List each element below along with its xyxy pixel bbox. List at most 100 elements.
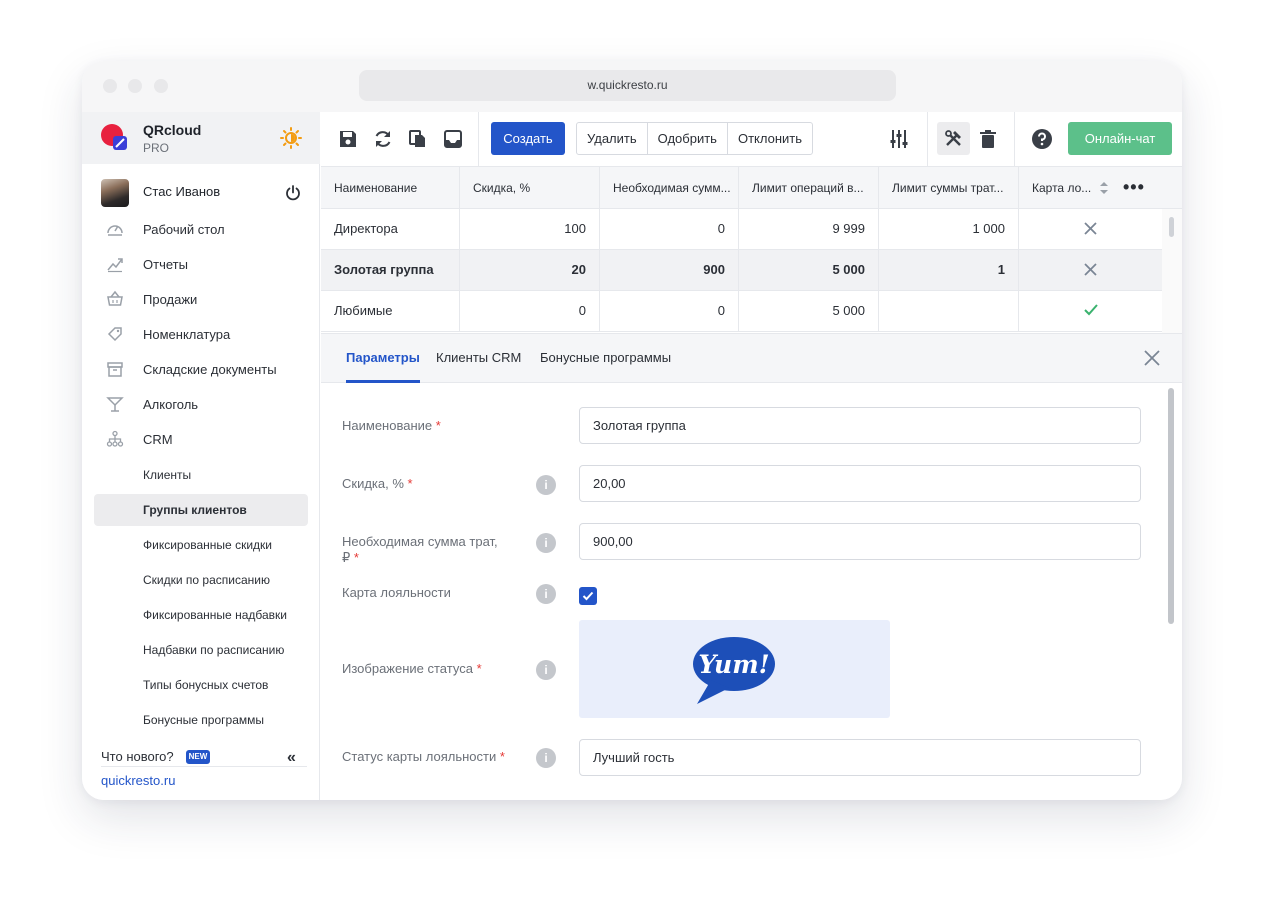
whats-new-link[interactable]: Что нового? <box>101 749 174 764</box>
column-header-label: Карта ло... <box>1032 181 1092 195</box>
discount-field[interactable]: 20,00 <box>579 465 1141 502</box>
theme-toggle-sun-icon[interactable] <box>280 127 302 149</box>
sidebar-subitem-bonus-programs[interactable]: Бонусные программы <box>94 704 308 736</box>
trash-icon[interactable] <box>977 128 999 150</box>
user-profile[interactable]: Стас Иванов <box>82 175 320 207</box>
table-cell: 0 <box>600 209 739 249</box>
sidebar-item-sales[interactable]: Продажи <box>82 282 320 316</box>
discount-label: Скидка, % * <box>342 476 413 492</box>
table-cell: 0 <box>600 291 739 331</box>
panel-scrollbar-thumb[interactable] <box>1168 388 1174 624</box>
table-cell: 5 000 <box>739 250 879 290</box>
table-scrollbar[interactable] <box>1162 209 1182 333</box>
required-sum-field[interactable]: 900,00 <box>579 523 1141 560</box>
sidebar-subitem-scheduled-discounts[interactable]: Скидки по расписанию <box>94 564 308 596</box>
info-icon[interactable]: i <box>536 533 556 553</box>
user-name: Стас Иванов <box>143 184 221 199</box>
table-cell: 1 000 <box>879 209 1019 249</box>
more-options-icon[interactable]: ••• <box>1123 177 1145 198</box>
sidebar-subitem-fixed-surcharges[interactable]: Фиксированные надбавки <box>94 599 308 631</box>
required-mark: * <box>407 476 413 491</box>
sidebar-item-label: Рабочий стол <box>143 222 225 237</box>
table-scrollbar-thumb[interactable] <box>1169 217 1174 237</box>
name-field[interactable]: Золотая группа <box>579 407 1141 444</box>
column-header[interactable]: Наименование <box>321 167 460 209</box>
delete-button[interactable]: Удалить <box>577 123 648 154</box>
client-groups-table: Наименование Скидка, % Необходимая сумм.… <box>321 167 1182 333</box>
reject-button[interactable]: Отклонить <box>728 123 812 154</box>
tab-crm-clients[interactable]: Клиенты CRM <box>436 350 521 365</box>
close-icon[interactable] <box>1142 348 1162 368</box>
brand-name: QRcloud <box>143 122 202 138</box>
tab-parameters[interactable]: Параметры <box>346 350 420 365</box>
sidebar-divider <box>101 766 307 767</box>
window-maximize-dot[interactable] <box>154 79 168 93</box>
site-link[interactable]: quickresto.ru <box>101 773 175 788</box>
sidebar-item-label: CRM <box>143 432 173 447</box>
table-cell: Золотая группа <box>321 250 460 290</box>
refresh-icon[interactable] <box>372 128 394 150</box>
panel-scrollbar[interactable] <box>1166 388 1175 788</box>
table-cell: 5 000 <box>739 291 879 331</box>
sidebar-item-label: Отчеты <box>143 257 188 272</box>
status-image-label: Изображение статуса * <box>342 661 482 677</box>
table-row[interactable]: Директора 100 0 9 999 1 000 <box>321 209 1162 250</box>
info-icon[interactable]: i <box>536 475 556 495</box>
app-window: w.quickresto.ru QRcloud PRO Стас Иванов … <box>82 61 1182 800</box>
table-cell: 0 <box>460 291 600 331</box>
tab-bonus-programs[interactable]: Бонусные программы <box>540 350 671 365</box>
column-settings-sliders-icon[interactable] <box>888 128 910 150</box>
column-header[interactable]: Лимит суммы трат... <box>879 167 1019 209</box>
copy-icon[interactable] <box>407 128 429 150</box>
table-cell: 900 <box>600 250 739 290</box>
logout-power-icon[interactable] <box>284 184 302 202</box>
collapse-sidebar-icon[interactable]: « <box>287 749 296 767</box>
whats-new-row: Что нового? NEW « <box>82 740 320 772</box>
sidebar-item-warehouse-docs[interactable]: Складские документы <box>82 352 320 386</box>
column-header[interactable]: Скидка, % <box>460 167 600 209</box>
sidebar-item-crm[interactable]: CRM <box>82 422 320 456</box>
loyalty-card-checkbox[interactable] <box>579 587 597 605</box>
toolbar: Создать Удалить Одобрить Отклонить Онлай… <box>321 112 1182 167</box>
table-cell <box>1019 209 1162 249</box>
create-button[interactable]: Создать <box>491 122 565 155</box>
online-chat-button[interactable]: Онлайн-чат <box>1068 122 1172 155</box>
sort-icon[interactable] <box>1099 181 1109 195</box>
sidebar-subitem-label: Типы бонусных счетов <box>143 678 269 692</box>
required-mark: * <box>476 661 482 676</box>
sidebar-subitem-bonus-account-types[interactable]: Типы бонусных счетов <box>94 669 308 701</box>
table-row[interactable]: Любимые 0 0 5 000 <box>321 291 1162 332</box>
cross-icon <box>1084 222 1097 235</box>
approve-button[interactable]: Одобрить <box>648 123 728 154</box>
sidebar-item-reports[interactable]: Отчеты <box>82 247 320 281</box>
sidebar-item-nomenclature[interactable]: Номенклатура <box>82 317 320 351</box>
table-row[interactable]: Золотая группа 20 900 5 000 1 <box>321 250 1162 291</box>
info-icon[interactable]: i <box>536 584 556 604</box>
sidebar-subitem-client-groups[interactable]: Группы клиентов <box>94 494 308 526</box>
info-icon[interactable]: i <box>536 748 556 768</box>
column-header[interactable]: Необходимая сумм... <box>600 167 739 209</box>
sidebar-item-label: Номенклатура <box>143 327 231 342</box>
status-image-upload[interactable]: Yum! <box>579 620 890 718</box>
table-cell: 1 <box>879 250 1019 290</box>
avatar <box>101 179 129 207</box>
sidebar-subitem-scheduled-surcharges[interactable]: Надбавки по расписанию <box>94 634 308 666</box>
detail-tabs: Параметры Клиенты CRM Бонусные программы <box>321 334 1182 383</box>
info-icon[interactable]: i <box>536 660 556 680</box>
active-tab-indicator <box>346 380 420 383</box>
sidebar-subitem-clients[interactable]: Клиенты <box>94 459 308 491</box>
window-minimize-dot[interactable] <box>128 79 142 93</box>
inbox-icon[interactable] <box>442 128 464 150</box>
card-status-field[interactable]: Лучший гость <box>579 739 1141 776</box>
basket-icon <box>107 290 123 306</box>
yum-logo-text: Yum! <box>698 650 769 679</box>
tools-button[interactable] <box>937 122 970 155</box>
column-header[interactable]: Лимит операций в... <box>739 167 879 209</box>
help-icon[interactable] <box>1031 128 1053 150</box>
save-icon[interactable] <box>337 128 359 150</box>
sidebar-item-alcohol[interactable]: Алкоголь <box>82 387 320 421</box>
sidebar-subitem-fixed-discounts[interactable]: Фиксированные скидки <box>94 529 308 561</box>
address-bar[interactable]: w.quickresto.ru <box>359 70 896 101</box>
sidebar-item-dashboard[interactable]: Рабочий стол <box>82 212 320 246</box>
window-close-dot[interactable] <box>103 79 117 93</box>
